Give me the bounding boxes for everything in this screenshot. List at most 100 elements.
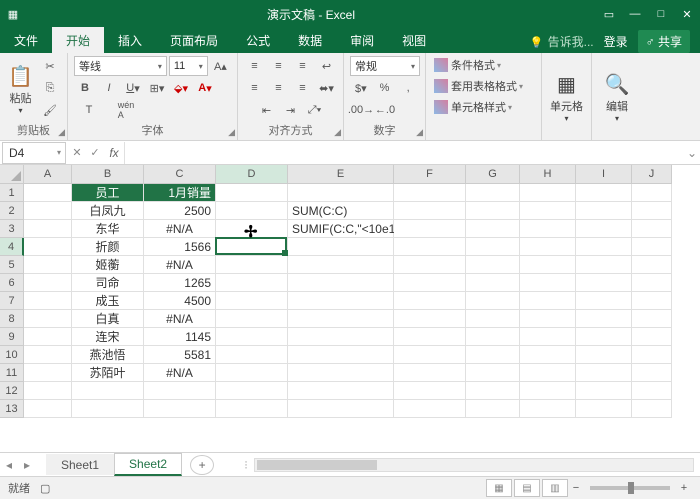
col-header-C[interactable]: C <box>144 165 216 184</box>
cell-F1[interactable] <box>394 184 466 202</box>
bold-button[interactable]: B <box>74 78 96 98</box>
share-button[interactable]: ♂ 共享 <box>638 30 690 53</box>
phonetic-button[interactable]: T <box>74 100 104 120</box>
cell-J2[interactable] <box>632 202 672 220</box>
cell-E3[interactable]: SUMIF(C:C,"<10e100") <box>288 220 394 238</box>
cell-H7[interactable] <box>520 292 576 310</box>
row-header-11[interactable]: 11 <box>0 364 24 382</box>
sheet-nav-next[interactable]: ▸ <box>18 458 36 472</box>
tab-insert[interactable]: 插入 <box>104 27 156 53</box>
cell-G7[interactable] <box>466 292 520 310</box>
cell-A9[interactable] <box>24 328 72 346</box>
cell-I6[interactable] <box>576 274 632 292</box>
cell-I11[interactable] <box>576 364 632 382</box>
cell-J4[interactable] <box>632 238 672 256</box>
cell-B9[interactable]: 连宋 <box>72 328 144 346</box>
cell-F2[interactable] <box>394 202 466 220</box>
cell-C8[interactable]: #N/A <box>144 310 216 328</box>
border-button[interactable]: ⊞▾ <box>146 78 168 98</box>
cell-E5[interactable] <box>288 256 394 274</box>
tab-formulas[interactable]: 公式 <box>232 27 284 53</box>
macro-record-icon[interactable]: ▢ <box>40 482 50 495</box>
cell-E13[interactable] <box>288 400 394 418</box>
cell-D9[interactable] <box>216 328 288 346</box>
cell-I7[interactable] <box>576 292 632 310</box>
tab-data[interactable]: 数据 <box>284 27 336 53</box>
col-header-B[interactable]: B <box>72 165 144 184</box>
col-header-H[interactable]: H <box>520 165 576 184</box>
cell-I9[interactable] <box>576 328 632 346</box>
cell-B7[interactable]: 成玉 <box>72 292 144 310</box>
font-launcher[interactable]: ◢ <box>228 127 235 138</box>
cell-C13[interactable] <box>144 400 216 418</box>
cell-styles-button[interactable]: 单元格样式▾ <box>432 98 535 116</box>
cell-D5[interactable] <box>216 256 288 274</box>
row-header-10[interactable]: 10 <box>0 346 24 364</box>
login-link[interactable]: 登录 <box>604 33 628 50</box>
zoom-in-button[interactable]: + <box>676 482 692 494</box>
cell-D7[interactable] <box>216 292 288 310</box>
col-header-D[interactable]: D <box>216 165 288 184</box>
cell-B5[interactable]: 姬蘅 <box>72 256 144 274</box>
cell-G2[interactable] <box>466 202 520 220</box>
cell-F10[interactable] <box>394 346 466 364</box>
font-size-combo[interactable]: 11▾ <box>169 56 208 76</box>
orientation-button[interactable]: ⤢▾ <box>304 100 326 120</box>
cell-J9[interactable] <box>632 328 672 346</box>
cell-J12[interactable] <box>632 382 672 400</box>
normal-view-button[interactable]: ▦ <box>486 479 512 497</box>
align-bottom-button[interactable]: ≡ <box>292 56 314 76</box>
row-header-3[interactable]: 3 <box>0 220 24 238</box>
row-header-5[interactable]: 5 <box>0 256 24 274</box>
cell-C11[interactable]: #N/A <box>144 364 216 382</box>
cell-I2[interactable] <box>576 202 632 220</box>
wrap-text-button[interactable]: ↩ <box>316 56 338 76</box>
cell-C5[interactable]: #N/A <box>144 256 216 274</box>
cell-E11[interactable] <box>288 364 394 382</box>
cut-button[interactable]: ✂ <box>39 57 61 77</box>
cell-H12[interactable] <box>520 382 576 400</box>
row-header-2[interactable]: 2 <box>0 202 24 220</box>
cell-J13[interactable] <box>632 400 672 418</box>
cell-G3[interactable] <box>466 220 520 238</box>
cell-H6[interactable] <box>520 274 576 292</box>
sheet-tab-1[interactable]: Sheet1 <box>46 454 114 475</box>
underline-button[interactable]: U▾ <box>122 78 144 98</box>
editing-button[interactable]: 🔍编辑▾ <box>598 70 636 123</box>
cell-J6[interactable] <box>632 274 672 292</box>
cell-E7[interactable] <box>288 292 394 310</box>
cell-F5[interactable] <box>394 256 466 274</box>
cell-A3[interactable] <box>24 220 72 238</box>
tell-me-input[interactable]: 告诉我... <box>530 33 594 50</box>
comma-format-button[interactable]: , <box>397 78 419 98</box>
cell-grid[interactable]: ABCDEFGHIJ 12345678910111213 员工1月销量白凤九25… <box>0 165 700 452</box>
paste-button[interactable]: 📋粘贴▾ <box>6 62 35 115</box>
cell-B3[interactable]: 东华 <box>72 220 144 238</box>
tab-layout[interactable]: 页面布局 <box>156 27 232 53</box>
cell-H9[interactable] <box>520 328 576 346</box>
page-break-view-button[interactable]: ▥ <box>542 479 568 497</box>
row-header-1[interactable]: 1 <box>0 184 24 202</box>
cancel-formula-button[interactable]: ✕ <box>68 146 86 159</box>
clipboard-launcher[interactable]: ◢ <box>58 127 65 138</box>
cell-J8[interactable] <box>632 310 672 328</box>
align-right-button[interactable]: ≡ <box>292 78 314 98</box>
cell-G8[interactable] <box>466 310 520 328</box>
formula-bar[interactable] <box>124 142 684 164</box>
cell-F11[interactable] <box>394 364 466 382</box>
row-header-8[interactable]: 8 <box>0 310 24 328</box>
cell-A1[interactable] <box>24 184 72 202</box>
cell-C7[interactable]: 4500 <box>144 292 216 310</box>
cell-C4[interactable]: 1566 <box>144 238 216 256</box>
enter-formula-button[interactable]: ✓ <box>86 146 104 159</box>
copy-button[interactable]: ⎘ <box>39 79 61 99</box>
align-left-button[interactable]: ≡ <box>244 78 266 98</box>
select-all-button[interactable] <box>0 165 24 184</box>
cell-B1[interactable]: 员工 <box>72 184 144 202</box>
maximize-icon[interactable]: □ <box>654 7 668 21</box>
cell-I8[interactable] <box>576 310 632 328</box>
cell-G1[interactable] <box>466 184 520 202</box>
cell-A11[interactable] <box>24 364 72 382</box>
indent-dec-button[interactable]: ⇤ <box>256 100 278 120</box>
cell-B10[interactable]: 燕池悟 <box>72 346 144 364</box>
